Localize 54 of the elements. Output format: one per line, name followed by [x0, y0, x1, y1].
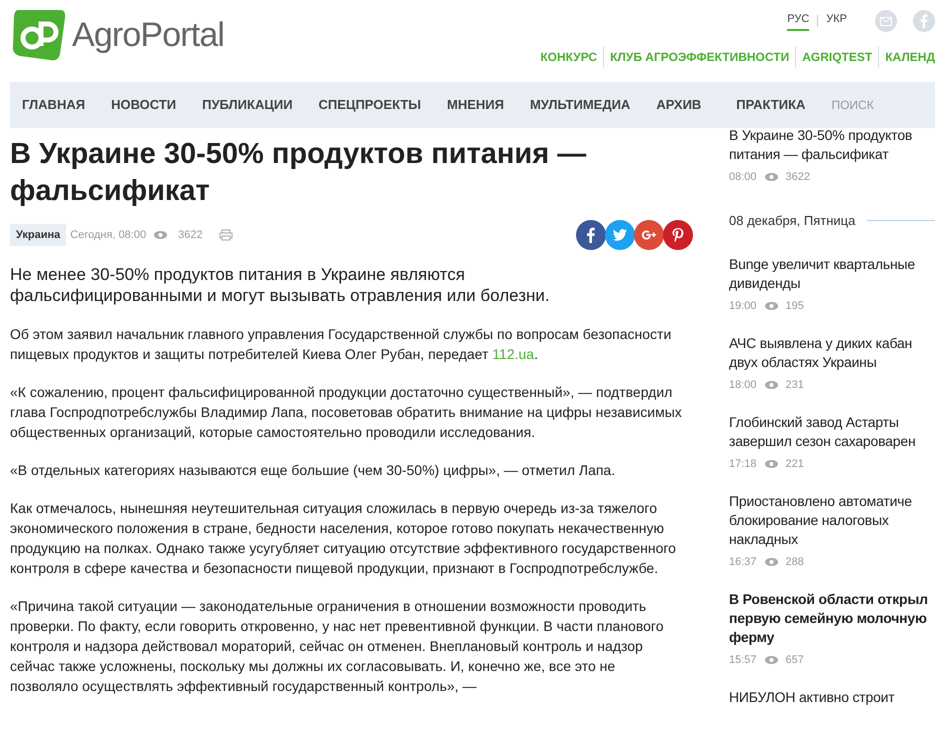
news-time: 18:00 — [729, 378, 757, 390]
news-time: 17:18 — [729, 458, 757, 470]
nav-link[interactable]: МНЕНИЯ — [447, 95, 504, 115]
news-link[interactable]: Приостановлено автоматиче блокирование налоговых накладных — [729, 492, 935, 548]
category-tag[interactable]: Украина — [10, 224, 66, 246]
twitter-icon[interactable] — [605, 220, 635, 250]
eye-icon — [154, 231, 168, 239]
nav-link[interactable]: ГЛАВНАЯ — [22, 95, 86, 115]
date-heading: 08 декабря, Пятница — [729, 212, 856, 230]
view-count: 657 — [786, 654, 804, 666]
search-field[interactable]: ПОИСК — [831, 96, 935, 114]
article-paragraph: «В отдельных категориях называются еще большие (чем 30-50%) цифры», — отметил Лапа. — [10, 461, 616, 480]
article-paragraph: Как отмечалось, нынешняя неутешительная ситуация сложилась в первую очередь из-за тяжелого экономического положения в стране, бедности населения, которое готово покупать некачественную продукцию на полках. Однако также усугубляет ситуацию отсутствие эффективного государственного контроля в сфере качества и безопасности пищевой продукции, признают в Госпродпотребслужбе. — [10, 499, 677, 578]
view-count: 3622 — [178, 228, 203, 243]
article-paragraph: Об этом заявил начальник главного управления Государственной службы по вопросам безопасности пищевых продуктов и защиты потребителей Киева Олег Рубан, передает 112.ua. — [10, 325, 672, 364]
nav-link[interactable]: МУЛЬТИМЕДИА — [530, 95, 630, 115]
news-link[interactable]: В Украине 30-50% продуктов питания — фальсификат — [729, 126, 935, 164]
nav-link[interactable]: НОВОСТИ — [111, 95, 176, 115]
news-link[interactable]: Глобинский завод Астарты завершил сезон сахароварен — [729, 412, 935, 450]
eye-icon — [764, 558, 778, 566]
news-link[interactable]: АЧС выявлена у диких кабан двух областях Украины — [729, 334, 935, 372]
eye-icon — [764, 380, 778, 388]
view-count: 195 — [786, 300, 804, 312]
eye-icon — [764, 460, 778, 468]
view-count: 231 — [786, 378, 804, 390]
language-link[interactable]: РУС — [787, 10, 810, 32]
nav-link[interactable]: ПУБЛИКАЦИИ — [202, 95, 293, 115]
language-link[interactable]: УКР — [826, 10, 847, 32]
eye-icon — [764, 302, 778, 310]
view-count: 3622 — [786, 171, 810, 183]
news-link[interactable]: Bunge увеличит квартальные дивиденды — [729, 254, 935, 292]
news-link[interactable]: В Ровенской области открыл первую семейную молочную ферму — [729, 590, 935, 646]
news-time: 19:00 — [729, 300, 757, 312]
eye-icon — [764, 173, 778, 181]
view-count: 288 — [786, 556, 804, 568]
print-icon[interactable] — [218, 229, 233, 241]
logo-text: AgroPortal — [72, 14, 224, 56]
news-time: 16:37 — [729, 556, 757, 568]
nav-link[interactable]: СПЕЦПРОЕКТЫ — [318, 95, 421, 115]
eye-icon — [764, 656, 778, 664]
nav-link[interactable]: АРХИВ — [656, 95, 702, 115]
news-time: 08:00 — [729, 171, 757, 183]
article-lead: Не менее 30-50% продуктов питания в Украине являются фальсифицированными и могут вызывать отравления или болезни. — [10, 264, 551, 306]
article-paragraph: «К сожалению, процент фальсифицированной продукции достаточно существенный», — подтвердил глава Госпродпотребслужбы Владимир Лапа, посоветовав обратить внимание на цифры независимых общественных организаций, которые самостоятельно проводили исследования. — [10, 383, 683, 442]
article-title: В Украине 30-50% продуктов питания — фальсификат — [10, 137, 588, 209]
facebook-icon[interactable] — [576, 220, 606, 250]
pinterest-icon[interactable] — [663, 220, 693, 250]
view-count: 221 — [786, 458, 804, 470]
google-plus-icon[interactable] — [634, 220, 664, 250]
news-time: 15:57 — [729, 654, 757, 666]
article-paragraph: «Причина такой ситуации — законодательные ограничения в отношении возможности проводить проверки. По факту, если говорить откровенно, у нас нет превентивной функции. В части планового контроля и надзора действовал мораторий, сейчас он отменен. Внеплановый контроль и надзор сейчас также усложнены, поскольку мы должны их согласовывать. И, конечно же, все это не позволяло осуществлять эффективный государственный контроль», — — [10, 597, 664, 696]
nav-link[interactable]: ПРАКТИКА — [736, 95, 806, 115]
article-date: Сегодня, 08:00 — [70, 228, 146, 243]
news-link[interactable]: НИБУЛОН активно строит — [729, 688, 935, 706]
